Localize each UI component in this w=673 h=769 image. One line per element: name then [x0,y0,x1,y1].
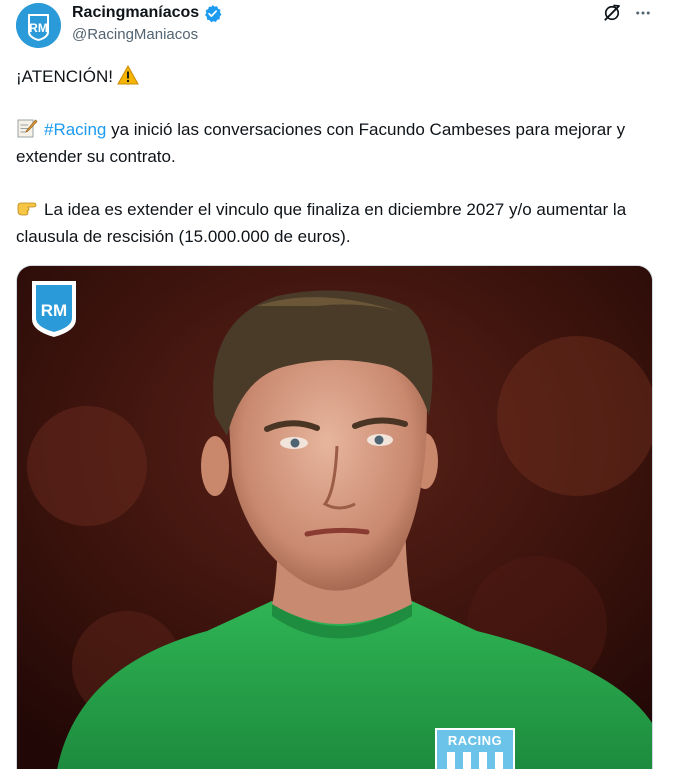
warning-icon [117,65,139,85]
grok-button[interactable] [601,2,623,24]
jersey-crest-text: RACING [447,733,503,748]
tweet-text-paragraph-1: #Racing ya inició las conversaciones con… [16,116,656,170]
racing-maniacos-logo-icon: RM [16,3,61,48]
watermark-text: RM [41,301,67,320]
tweet-card[interactable]: RM Racingmaníacos @RacingManiacos ¡ATENC… [0,0,673,769]
attention-text: ¡ATENCIÓN! [16,67,113,86]
user-handle[interactable]: @RacingManiacos [72,25,198,45]
paragraph-1-text: ya inició las conversaciones con Facundo… [16,120,626,166]
grok-icon [604,4,620,21]
jersey-crest-stripes [447,752,503,769]
more-dots-icon [636,11,650,15]
tweet-text-paragraph-2: La idea es extender el vinculo que final… [16,196,656,250]
avatar[interactable]: RM [16,3,61,48]
jersey-crest: RACING [435,728,515,769]
racing-maniacos-watermark-icon: RM [30,279,78,339]
verified-badge-icon[interactable] [203,4,222,23]
racing-hashtag-link[interactable]: #Racing [44,120,106,139]
pointing-hand-icon [16,198,38,218]
tweet-media-image[interactable]: RM RACING [16,265,653,769]
player-photo [17,266,652,769]
memo-icon [16,118,38,138]
tweet-text-line-attention: ¡ATENCIÓN! [16,63,656,90]
more-options-button[interactable] [632,2,654,24]
svg-text:RM: RM [29,21,48,35]
paragraph-2-text: La idea es extender el vinculo que final… [16,200,627,246]
display-name[interactable]: Racingmaníacos [72,3,199,23]
